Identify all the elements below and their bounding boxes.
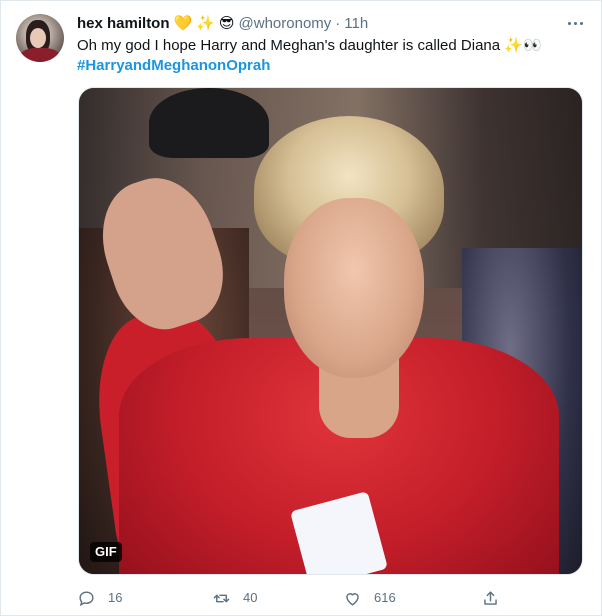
tweet-header: hex hamilton 💛 ✨ 😎 @whoronomy · 11h: [77, 14, 561, 34]
reply-count: 16: [108, 590, 123, 605]
more-horizontal-icon[interactable]: [563, 11, 587, 35]
reply-icon: [79, 590, 94, 606]
sunglasses-emoji: 😎: [218, 15, 235, 32]
separator-dot: ·: [335, 15, 341, 32]
like-button[interactable]: 616: [343, 586, 396, 610]
sparkles-emoji: ✨: [196, 15, 215, 32]
author-name[interactable]: hex hamilton: [77, 14, 170, 34]
more-dot: [573, 21, 577, 25]
share-icon: [484, 590, 497, 605]
heart-icon: [346, 592, 359, 606]
tweet-card[interactable]: hex hamilton 💛 ✨ 😎 @whoronomy · 11h Oh m…: [0, 0, 602, 616]
tweet-gif[interactable]: [78, 87, 583, 575]
share-button[interactable]: [481, 586, 500, 610]
avatar[interactable]: [16, 14, 64, 62]
tweet-body: Oh my god I hope Harry and Meghan's daug…: [77, 37, 542, 54]
retweet-count: 40: [243, 590, 258, 605]
tweet-actions: 16 40 616: [77, 586, 507, 610]
gif-face: [284, 198, 424, 378]
hashtag-link[interactable]: #HarryandMeghanonOprah: [77, 56, 270, 76]
more-dot: [579, 21, 583, 25]
avatar-face: [30, 28, 46, 48]
author-handle[interactable]: @whoronomy: [239, 14, 332, 34]
avatar-shirt: [20, 48, 60, 62]
more-dot: [567, 21, 571, 25]
like-count: 616: [374, 590, 396, 605]
tweet-timestamp[interactable]: 11h: [344, 14, 368, 34]
retweet-button[interactable]: 40: [212, 586, 257, 610]
tweet-text: Oh my god I hope Harry and Meghan's daug…: [77, 36, 587, 76]
reply-button[interactable]: 16: [77, 586, 122, 610]
gif-badge: GIF: [90, 542, 122, 562]
gif-police-helmet: [149, 88, 269, 158]
yellow-heart-emoji: 💛: [173, 15, 193, 32]
retweet-icon: [213, 594, 230, 602]
